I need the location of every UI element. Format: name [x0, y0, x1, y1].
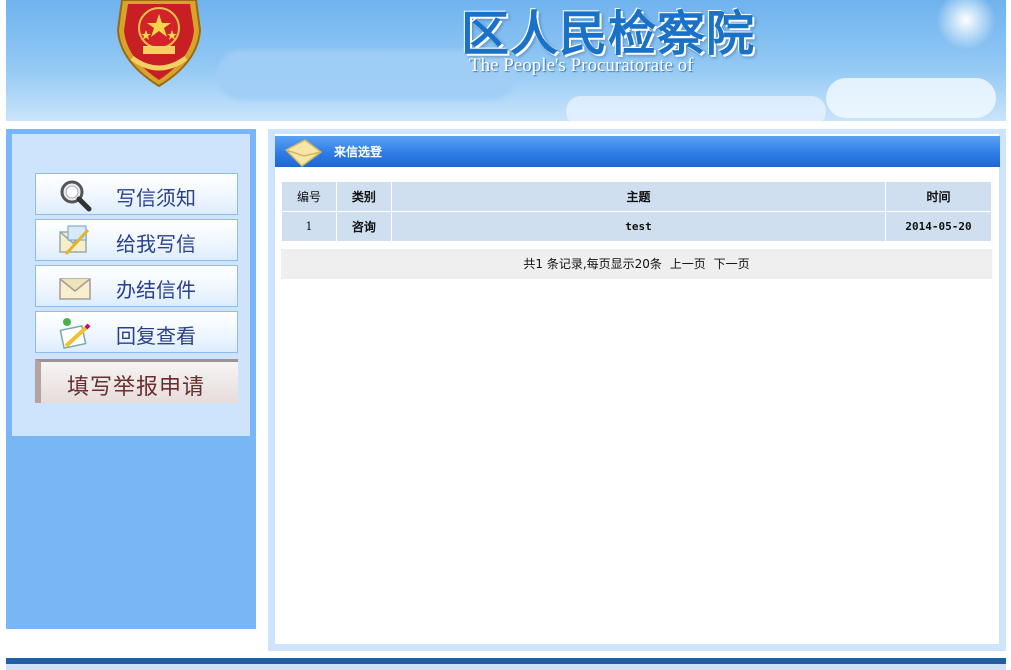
page-subtitle: The People's Procuratorate of — [469, 55, 694, 76]
sidebar: 写信须知 给我写信 办结信件 回复查看 填写举报申请 — [6, 129, 256, 629]
pagination-summary: 共1 条记录,每页显示20条 — [523, 257, 662, 271]
header-banner: 区人民检察院 The People's Procuratorate of — [6, 0, 1006, 121]
menu-item-label: 回复查看 — [116, 324, 196, 348]
section-header: 来信选登 — [275, 136, 1000, 167]
menu-item-label: 给我写信 — [116, 232, 196, 256]
banner-glare — [936, 0, 996, 50]
column-header-subject: 主题 — [391, 182, 886, 211]
report-button-label: 填写举报申请 — [67, 375, 206, 400]
letters-table: 编号 类别 主题 时间 1 咨询 test 2014-05-20 — [281, 181, 992, 242]
procuratorate-emblem-logo — [116, 0, 202, 88]
column-header-id: 编号 — [282, 182, 336, 211]
menu-item-view-reply[interactable]: 回复查看 — [35, 311, 238, 353]
cell-id: 1 — [282, 212, 336, 241]
banner-cloud — [566, 96, 826, 121]
menu-item-closed-letters[interactable]: 办结信件 — [35, 265, 238, 307]
menu-item-label: 办结信件 — [116, 278, 196, 302]
cell-date: 2014-05-20 — [886, 212, 991, 241]
edit-pencil-icon — [59, 318, 91, 349]
envelope-pen-icon — [59, 225, 90, 256]
sidebar-menu-panel: 写信须知 给我写信 办结信件 回复查看 填写举报申请 — [12, 134, 250, 436]
prev-page-link[interactable]: 上一页 — [670, 257, 706, 271]
next-page-link[interactable]: 下一页 — [714, 257, 750, 271]
cell-category: 咨询 — [336, 212, 391, 241]
table-row[interactable]: 1 咨询 test 2014-05-20 — [282, 212, 991, 241]
footer-strip — [6, 664, 1006, 670]
banner-cloud — [826, 78, 996, 118]
menu-item-writing-guide[interactable]: 写信须知 — [35, 173, 238, 215]
cell-subject-link[interactable]: test — [391, 212, 886, 241]
magnifier-icon — [60, 180, 92, 212]
column-header-category: 类别 — [336, 182, 391, 211]
column-header-date: 时间 — [886, 182, 991, 211]
report-application-button[interactable]: 填写举报申请 — [35, 359, 238, 403]
section-title: 来信选登 — [334, 145, 383, 159]
envelope-icon — [284, 139, 323, 167]
menu-item-label: 写信须知 — [116, 186, 196, 210]
menu-item-write-letter[interactable]: 给我写信 — [35, 219, 238, 261]
envelope-icon — [59, 278, 91, 300]
pagination: 共1 条记录,每页显示20条 上一页 下一页 — [281, 249, 992, 279]
table-header-row: 编号 类别 主题 时间 — [282, 182, 991, 211]
